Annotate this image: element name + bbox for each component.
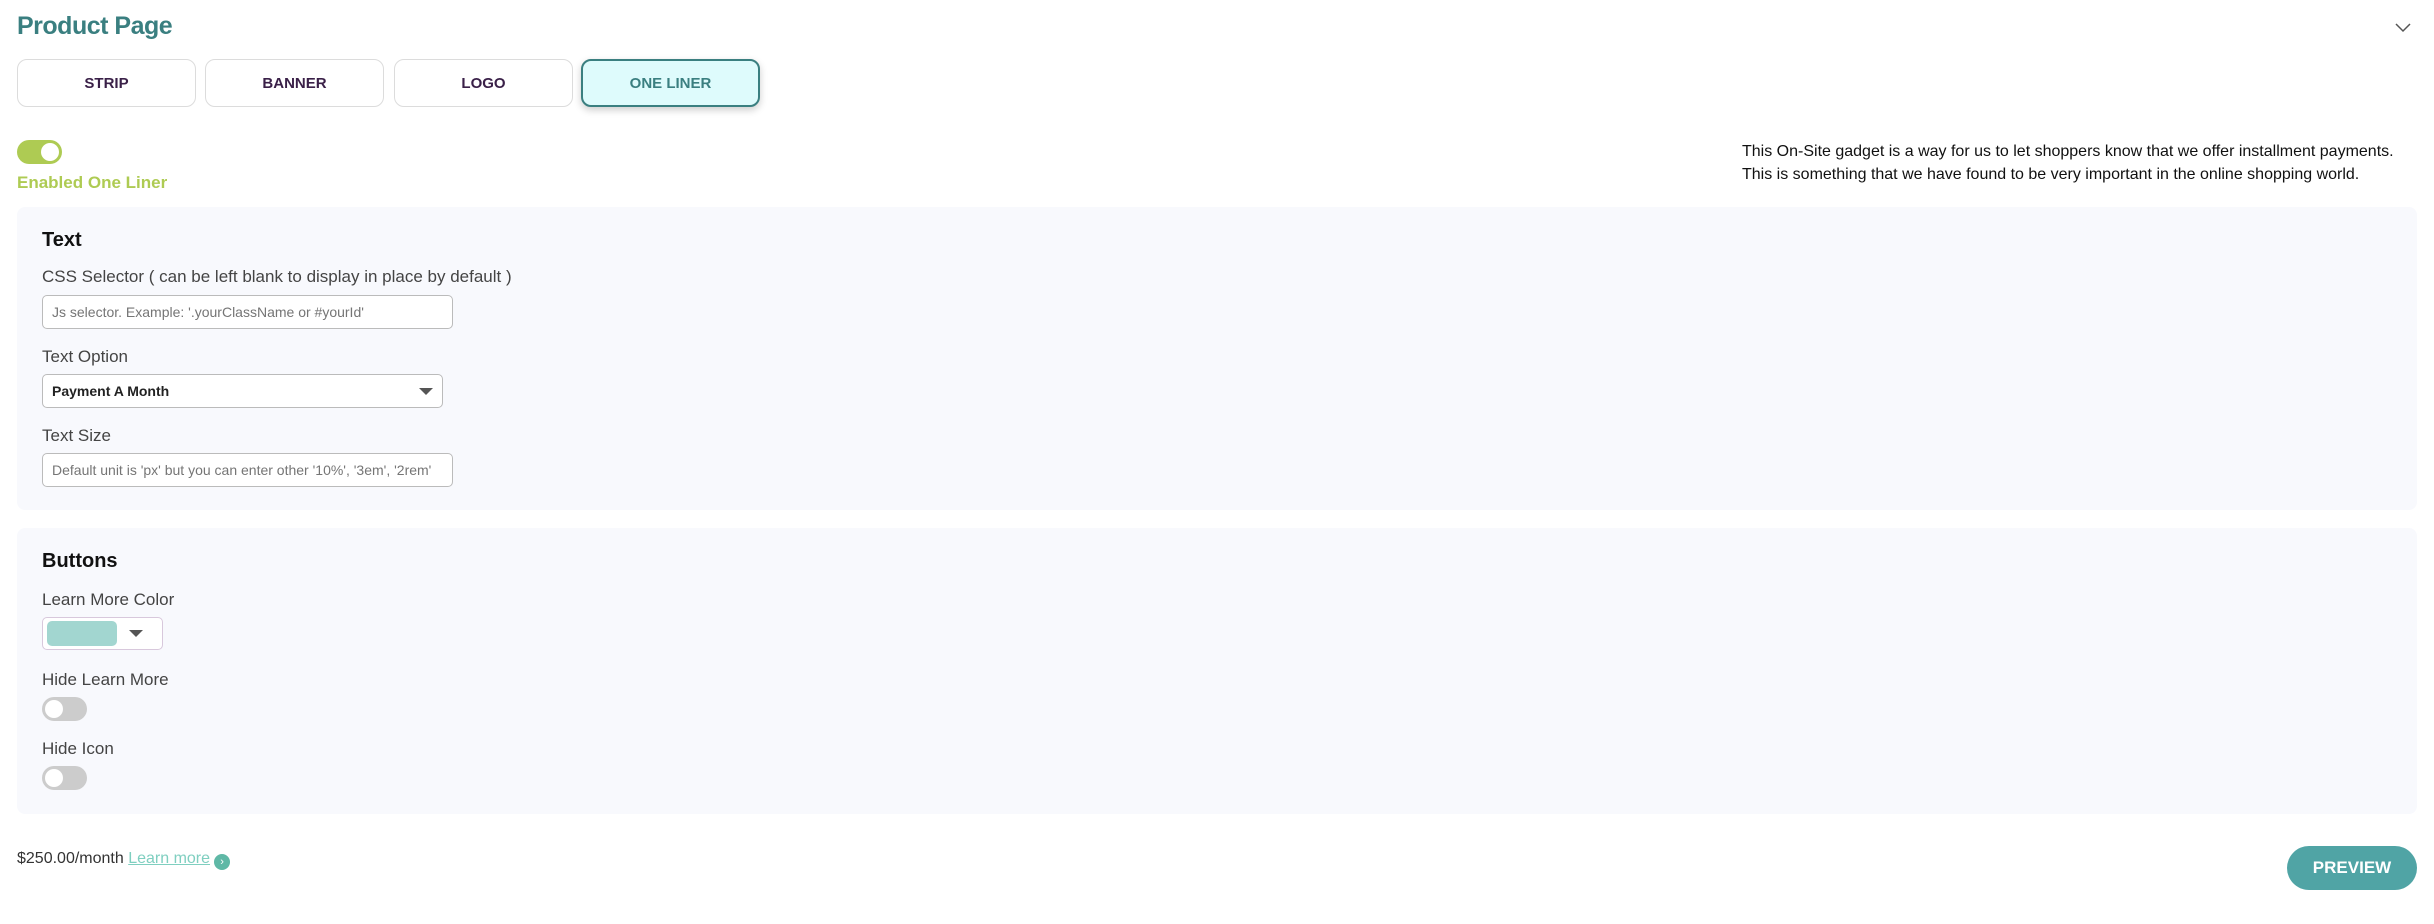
- tab-label: BANNER: [262, 74, 327, 92]
- description-line: This On-Site gadget is a way for us to l…: [1742, 143, 2394, 160]
- section-heading: Text: [42, 229, 82, 251]
- description-line: This is something that we have found to …: [1742, 166, 2360, 183]
- text-option-select[interactable]: Payment A Month: [42, 374, 443, 408]
- enable-one-liner-toggle[interactable]: [17, 140, 62, 164]
- tab-label: LOGO: [461, 74, 506, 92]
- caret-down-icon: [419, 387, 433, 395]
- enable-label: Enabled One Liner: [17, 173, 168, 192]
- toggle-knob: [45, 700, 63, 718]
- toggle-knob: [41, 143, 59, 161]
- tab-banner[interactable]: BANNER: [205, 59, 384, 107]
- section-heading: Buttons: [42, 550, 118, 572]
- hide-learn-more-toggle[interactable]: [42, 697, 87, 721]
- css-selector-input[interactable]: [42, 295, 453, 329]
- page-title: Product Page: [17, 12, 173, 40]
- chevron-down-icon[interactable]: [2392, 16, 2414, 38]
- preview-button[interactable]: PREVIEW: [2287, 846, 2417, 890]
- tab-strip[interactable]: STRIP: [17, 59, 196, 107]
- buttons-section: Buttons Learn More Color Hide Learn More…: [17, 528, 2417, 814]
- learn-more-link[interactable]: Learn more: [128, 850, 210, 867]
- caret-down-icon: [129, 630, 143, 637]
- css-selector-label: CSS Selector ( can be left blank to disp…: [42, 267, 512, 286]
- text-size-label: Text Size: [42, 426, 111, 445]
- learn-more-color-picker[interactable]: [42, 617, 163, 650]
- hide-learn-more-label: Hide Learn More: [42, 670, 169, 689]
- one-liner-preview: $250.00/month Learn more ›: [17, 850, 231, 870]
- color-swatch: [47, 621, 117, 646]
- tab-logo[interactable]: LOGO: [394, 59, 573, 107]
- text-option-value: Payment A Month: [52, 383, 170, 399]
- tab-label: STRIP: [84, 74, 129, 92]
- hide-icon-label: Hide Icon: [42, 739, 114, 758]
- description: This On-Site gadget is a way for us to l…: [1742, 140, 2394, 186]
- price-text: $250.00/month: [17, 850, 124, 867]
- text-size-input[interactable]: [42, 453, 453, 487]
- chevron-right-circle-icon[interactable]: ›: [214, 854, 231, 870]
- text-option-label: Text Option: [42, 347, 128, 366]
- tab-label: ONE LINER: [629, 74, 712, 92]
- text-section: Text CSS Selector ( can be left blank to…: [17, 207, 2417, 510]
- tab-one-liner[interactable]: ONE LINER: [581, 59, 760, 107]
- hide-icon-toggle[interactable]: [42, 766, 87, 790]
- toggle-knob: [45, 769, 63, 787]
- learn-more-color-label: Learn More Color: [42, 590, 175, 609]
